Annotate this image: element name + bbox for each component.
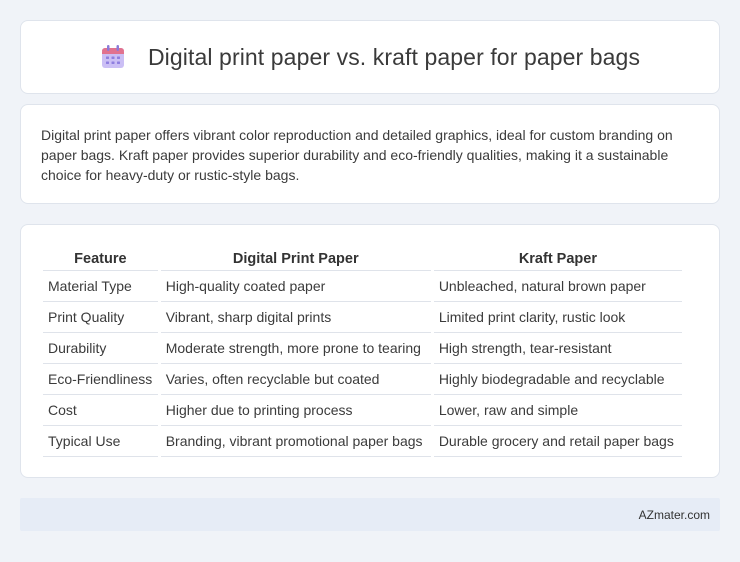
table-row: Material Type High-quality coated paper … [43,271,682,302]
table-card: Feature Digital Print Paper Kraft Paper … [20,224,720,478]
footer-site-link[interactable]: AZmater.com [639,508,710,522]
kraft-cell: Lower, raw and simple [433,395,682,426]
feature-cell: Cost [43,395,158,426]
digital-print-cell: Branding, vibrant promotional paper bags [160,426,431,457]
digital-print-cell: Vibrant, sharp digital prints [160,302,431,333]
intro-card: Digital print paper offers vibrant color… [20,104,720,204]
title-card: Digital print paper vs. kraft paper for … [20,20,720,94]
intro-text: Digital print paper offers vibrant color… [41,127,673,183]
digital-print-cell: High-quality coated paper [160,271,431,302]
feature-cell: Durability [43,333,158,364]
table-header-row: Feature Digital Print Paper Kraft Paper [43,247,682,271]
feature-cell: Typical Use [43,426,158,457]
kraft-cell: Unbleached, natural brown paper [433,271,682,302]
comparison-table: Feature Digital Print Paper Kraft Paper … [40,247,685,457]
kraft-cell: Durable grocery and retail paper bags [433,426,682,457]
kraft-cell: Highly biodegradable and recyclable [433,364,682,395]
digital-print-cell: Varies, often recyclable but coated [160,364,431,395]
page-title: Digital print paper vs. kraft paper for … [147,43,641,70]
column-header-kraft-paper: Kraft Paper [433,247,682,271]
kraft-cell: Limited print clarity, rustic look [433,302,682,333]
table-row: Eco-Friendliness Varies, often recyclabl… [43,364,682,395]
feature-cell: Material Type [43,271,158,302]
calendar-icon [100,44,126,70]
table-row: Cost Higher due to printing process Lowe… [43,395,682,426]
digital-print-cell: Higher due to printing process [160,395,431,426]
column-header-feature: Feature [43,247,158,271]
digital-print-cell: Moderate strength, more prone to tearing [160,333,431,364]
footer: AZmater.com [20,498,720,531]
kraft-cell: High strength, tear-resistant [433,333,682,364]
title-wrap: Digital print paper vs. kraft paper for … [100,44,640,71]
table-row: Durability Moderate strength, more prone… [43,333,682,364]
feature-cell: Print Quality [43,302,158,333]
table-row: Typical Use Branding, vibrant promotiona… [43,426,682,457]
feature-cell: Eco-Friendliness [43,364,158,395]
table-row: Print Quality Vibrant, sharp digital pri… [43,302,682,333]
column-header-digital-print-paper: Digital Print Paper [160,247,431,271]
